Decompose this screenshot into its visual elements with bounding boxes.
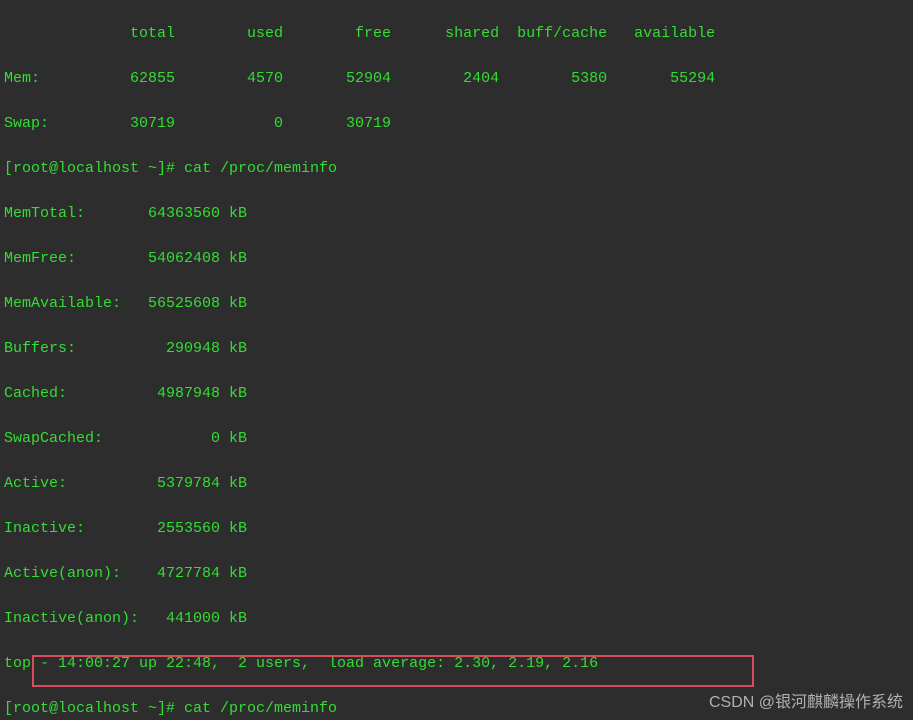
shell-prompt: [root@localhost ~]# cat /proc/meminfo: [4, 698, 909, 720]
free-header: total used free shared buff/cache availa…: [4, 23, 909, 46]
meminfo-swapcached: SwapCached: 0 kB: [4, 428, 909, 451]
meminfo-memavailable: MemAvailable: 56525608 kB: [4, 293, 909, 316]
meminfo-inactive: Inactive: 2553560 kB: [4, 518, 909, 541]
meminfo-inactive-anon: Inactive(anon): 441000 kB: [4, 608, 909, 631]
terminal-output: total used free shared buff/cache availa…: [0, 0, 913, 720]
meminfo-cached: Cached: 4987948 kB: [4, 383, 909, 406]
meminfo-active-anon: Active(anon): 4727784 kB: [4, 563, 909, 586]
meminfo-memtotal: MemTotal: 64363560 kB: [4, 203, 909, 226]
meminfo-active: Active: 5379784 kB: [4, 473, 909, 496]
meminfo-memfree: MemFree: 54062408 kB: [4, 248, 909, 271]
meminfo-buffers: Buffers: 290948 kB: [4, 338, 909, 361]
top-header: top - 14:00:27 up 22:48, 2 users, load a…: [4, 653, 909, 676]
free-swap-row: Swap: 30719 0 30719: [4, 113, 909, 136]
free-mem-row: Mem: 62855 4570 52904 2404 5380 55294: [4, 68, 909, 91]
shell-prompt: [root@localhost ~]# cat /proc/meminfo: [4, 158, 909, 181]
